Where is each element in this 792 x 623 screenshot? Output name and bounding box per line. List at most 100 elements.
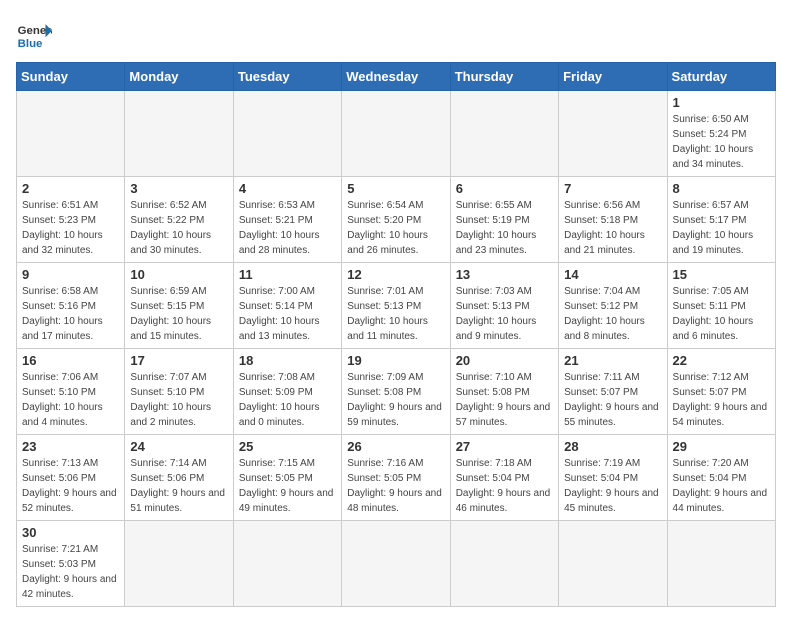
calendar-day-cell	[559, 91, 667, 177]
day-number: 11	[239, 267, 336, 282]
day-number: 16	[22, 353, 119, 368]
calendar-day-cell: 5 Sunrise: 6:54 AM Sunset: 5:20 PM Daylig…	[342, 177, 450, 263]
day-info: Sunrise: 7:09 AM Sunset: 5:08 PM Dayligh…	[347, 370, 444, 430]
calendar-day-header: Monday	[125, 63, 233, 91]
day-info: Sunrise: 7:06 AM Sunset: 5:10 PM Dayligh…	[22, 370, 119, 430]
logo-icon: General Blue	[16, 16, 52, 52]
day-info: Sunrise: 6:53 AM Sunset: 5:21 PM Dayligh…	[239, 198, 336, 258]
calendar-day-cell	[233, 91, 341, 177]
page-header: General Blue	[16, 16, 776, 52]
calendar-day-cell: 27Sunrise: 7:18 AM Sunset: 5:04 PM Dayli…	[450, 435, 558, 521]
day-number: 21	[564, 353, 661, 368]
day-info: Sunrise: 7:13 AM Sunset: 5:06 PM Dayligh…	[22, 456, 119, 516]
day-number: 18	[239, 353, 336, 368]
day-info: Sunrise: 7:05 AM Sunset: 5:11 PM Dayligh…	[673, 284, 770, 344]
day-info: Sunrise: 7:01 AM Sunset: 5:13 PM Dayligh…	[347, 284, 444, 344]
calendar-day-cell	[125, 521, 233, 607]
day-number: 28	[564, 439, 661, 454]
day-info: Sunrise: 6:55 AM Sunset: 5:19 PM Dayligh…	[456, 198, 553, 258]
calendar-day-cell: 29 Sunrise: 7:20 AM Sunset: 5:04 PM Dayli…	[667, 435, 775, 521]
day-info: Sunrise: 7:15 AM Sunset: 5:05 PM Dayligh…	[239, 456, 336, 516]
calendar-day-cell: 30 Sunrise: 7:21 AM Sunset: 5:03 PM Dayli…	[17, 521, 125, 607]
calendar-day-header: Thursday	[450, 63, 558, 91]
calendar-day-cell: 6 Sunrise: 6:55 AM Sunset: 5:19 PM Daylig…	[450, 177, 558, 263]
day-number: 2	[22, 181, 119, 196]
day-number: 29	[673, 439, 770, 454]
calendar-day-cell: 16 Sunrise: 7:06 AM Sunset: 5:10 PM Dayli…	[17, 349, 125, 435]
calendar-day-header: Tuesday	[233, 63, 341, 91]
calendar-day-cell: 10Sunrise: 6:59 AM Sunset: 5:15 PM Dayli…	[125, 263, 233, 349]
calendar-day-cell: 24 Sunrise: 7:14 AM Sunset: 5:06 PM Dayli…	[125, 435, 233, 521]
calendar-day-cell	[125, 91, 233, 177]
calendar-week-row: 30 Sunrise: 7:21 AM Sunset: 5:03 PM Dayli…	[17, 521, 776, 607]
calendar-day-cell: 2Sunrise: 6:51 AM Sunset: 5:23 PM Daylig…	[17, 177, 125, 263]
day-number: 4	[239, 181, 336, 196]
day-number: 13	[456, 267, 553, 282]
calendar-day-cell: 21 Sunrise: 7:11 AM Sunset: 5:07 PM Dayli…	[559, 349, 667, 435]
day-number: 3	[130, 181, 227, 196]
calendar-week-row: 16 Sunrise: 7:06 AM Sunset: 5:10 PM Dayli…	[17, 349, 776, 435]
day-info: Sunrise: 7:18 AM Sunset: 5:04 PM Dayligh…	[456, 456, 553, 516]
day-info: Sunrise: 6:58 AM Sunset: 5:16 PM Dayligh…	[22, 284, 119, 344]
day-info: Sunrise: 6:57 AM Sunset: 5:17 PM Dayligh…	[673, 198, 770, 258]
calendar-day-cell	[17, 91, 125, 177]
calendar-day-cell: 17 Sunrise: 7:07 AM Sunset: 5:10 PM Dayli…	[125, 349, 233, 435]
calendar-day-cell	[342, 521, 450, 607]
day-number: 22	[673, 353, 770, 368]
calendar-day-cell: 12Sunrise: 7:01 AM Sunset: 5:13 PM Dayli…	[342, 263, 450, 349]
calendar-header-row: SundayMondayTuesdayWednesdayThursdayFrid…	[17, 63, 776, 91]
calendar-day-cell: 23 Sunrise: 7:13 AM Sunset: 5:06 PM Dayli…	[17, 435, 125, 521]
calendar-week-row: 23 Sunrise: 7:13 AM Sunset: 5:06 PM Dayli…	[17, 435, 776, 521]
day-info: Sunrise: 7:19 AM Sunset: 5:04 PM Dayligh…	[564, 456, 661, 516]
day-number: 6	[456, 181, 553, 196]
day-info: Sunrise: 7:04 AM Sunset: 5:12 PM Dayligh…	[564, 284, 661, 344]
day-info: Sunrise: 7:10 AM Sunset: 5:08 PM Dayligh…	[456, 370, 553, 430]
day-info: Sunrise: 7:21 AM Sunset: 5:03 PM Dayligh…	[22, 542, 119, 602]
calendar-day-header: Sunday	[17, 63, 125, 91]
day-number: 20	[456, 353, 553, 368]
day-number: 23	[22, 439, 119, 454]
calendar-day-cell	[450, 521, 558, 607]
day-number: 25	[239, 439, 336, 454]
calendar-day-cell: 13 Sunrise: 7:03 AM Sunset: 5:13 PM Dayli…	[450, 263, 558, 349]
day-number: 30	[22, 525, 119, 540]
calendar-day-cell: 22Sunrise: 7:12 AM Sunset: 5:07 PM Dayli…	[667, 349, 775, 435]
day-number: 10	[130, 267, 227, 282]
day-number: 26	[347, 439, 444, 454]
day-info: Sunrise: 6:54 AM Sunset: 5:20 PM Dayligh…	[347, 198, 444, 258]
logo: General Blue	[16, 16, 58, 52]
calendar-day-cell: 26 Sunrise: 7:16 AM Sunset: 5:05 PM Dayli…	[342, 435, 450, 521]
day-info: Sunrise: 6:56 AM Sunset: 5:18 PM Dayligh…	[564, 198, 661, 258]
calendar-day-cell: 1Sunrise: 6:50 AM Sunset: 5:24 PM Daylig…	[667, 91, 775, 177]
calendar-week-row: 9Sunrise: 6:58 AM Sunset: 5:16 PM Daylig…	[17, 263, 776, 349]
day-info: Sunrise: 7:00 AM Sunset: 5:14 PM Dayligh…	[239, 284, 336, 344]
calendar-day-cell: 8 Sunrise: 6:57 AM Sunset: 5:17 PM Daylig…	[667, 177, 775, 263]
day-info: Sunrise: 7:20 AM Sunset: 5:04 PM Dayligh…	[673, 456, 770, 516]
day-info: Sunrise: 7:03 AM Sunset: 5:13 PM Dayligh…	[456, 284, 553, 344]
day-number: 8	[673, 181, 770, 196]
calendar-day-cell: 28 Sunrise: 7:19 AM Sunset: 5:04 PM Dayli…	[559, 435, 667, 521]
calendar-day-cell: 14 Sunrise: 7:04 AM Sunset: 5:12 PM Dayli…	[559, 263, 667, 349]
calendar-day-cell: 15 Sunrise: 7:05 AM Sunset: 5:11 PM Dayli…	[667, 263, 775, 349]
calendar-day-cell: 7 Sunrise: 6:56 AM Sunset: 5:18 PM Daylig…	[559, 177, 667, 263]
calendar-day-cell	[559, 521, 667, 607]
day-number: 14	[564, 267, 661, 282]
day-number: 24	[130, 439, 227, 454]
calendar-day-cell: 25 Sunrise: 7:15 AM Sunset: 5:05 PM Dayli…	[233, 435, 341, 521]
day-info: Sunrise: 7:14 AM Sunset: 5:06 PM Dayligh…	[130, 456, 227, 516]
day-info: Sunrise: 6:52 AM Sunset: 5:22 PM Dayligh…	[130, 198, 227, 258]
day-info: Sunrise: 6:50 AM Sunset: 5:24 PM Dayligh…	[673, 112, 770, 172]
day-info: Sunrise: 7:11 AM Sunset: 5:07 PM Dayligh…	[564, 370, 661, 430]
day-number: 17	[130, 353, 227, 368]
calendar-day-cell	[667, 521, 775, 607]
day-number: 5	[347, 181, 444, 196]
calendar-table: SundayMondayTuesdayWednesdayThursdayFrid…	[16, 62, 776, 607]
calendar-day-cell: 18Sunrise: 7:08 AM Sunset: 5:09 PM Dayli…	[233, 349, 341, 435]
day-info: Sunrise: 7:16 AM Sunset: 5:05 PM Dayligh…	[347, 456, 444, 516]
calendar-week-row: 1Sunrise: 6:50 AM Sunset: 5:24 PM Daylig…	[17, 91, 776, 177]
day-info: Sunrise: 7:07 AM Sunset: 5:10 PM Dayligh…	[130, 370, 227, 430]
day-number: 7	[564, 181, 661, 196]
day-number: 15	[673, 267, 770, 282]
calendar-week-row: 2Sunrise: 6:51 AM Sunset: 5:23 PM Daylig…	[17, 177, 776, 263]
calendar-day-cell: 20 Sunrise: 7:10 AM Sunset: 5:08 PM Dayli…	[450, 349, 558, 435]
